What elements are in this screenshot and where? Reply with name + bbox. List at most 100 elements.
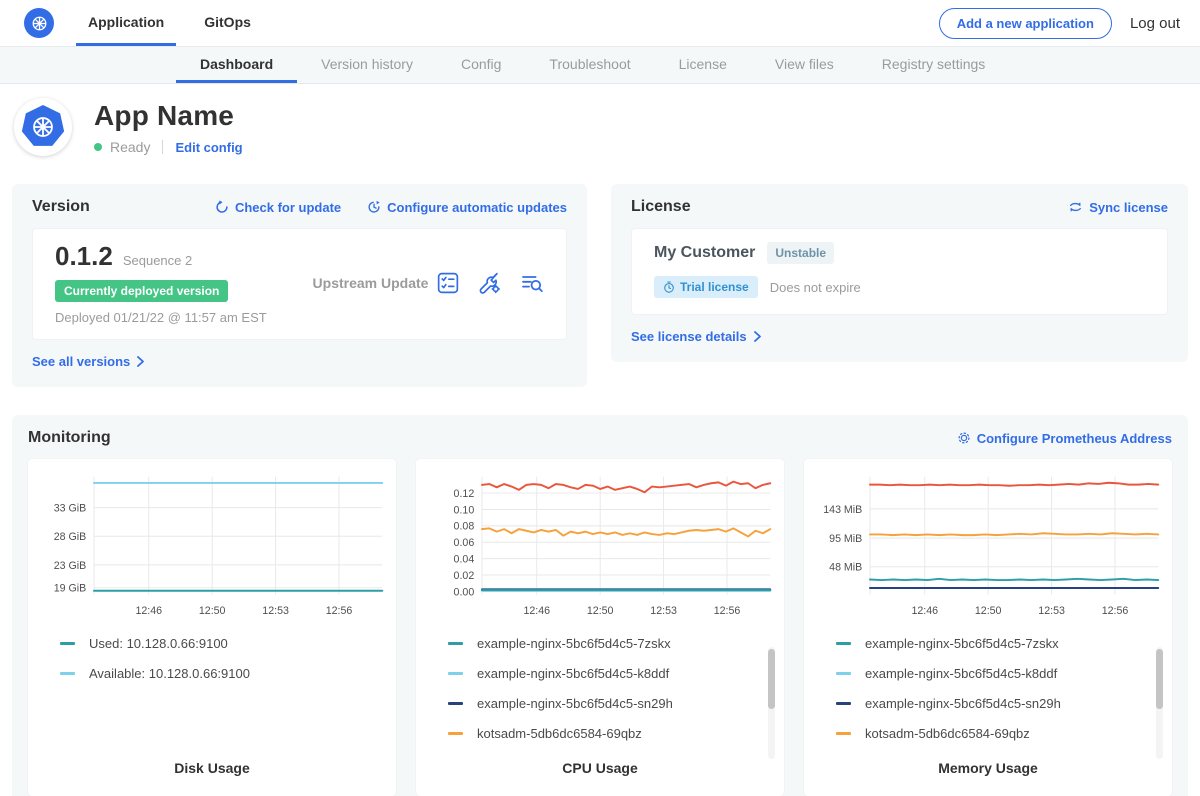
page: Application GitOps Add a new application… [0,0,1200,796]
legend-color-dash [836,702,851,705]
configure-prometheus-link[interactable]: Configure Prometheus Address [957,431,1172,446]
svg-text:12:56: 12:56 [326,605,353,617]
legend-label: example-nginx-5bc6f5d4c5-7zskx [865,636,1059,651]
legend-scrollbar-thumb[interactable] [768,649,775,709]
legend-item: kotsadm-5db6dc6584-69qbz [836,726,1166,741]
legend-color-dash [60,642,75,645]
topnav-right: Add a new application Log out [939,8,1180,39]
memory-usage-legend: example-nginx-5bc6f5d4c5-7zskx example-ng… [836,636,1166,754]
trial-license-badge: Trial license [654,276,758,298]
legend-scrollbar-track[interactable] [768,647,775,759]
legend-item: example-nginx-5bc6f5d4c5-7zskx [448,636,778,651]
tab-application[interactable]: Application [76,0,176,46]
configure-automatic-updates-link[interactable]: Configure automatic updates [367,200,567,215]
legend-label: Available: 10.128.0.66:9100 [89,666,250,681]
svg-text:0.12: 0.12 [454,488,475,500]
tab-version-history[interactable]: Version history [297,47,437,83]
legend-color-dash [448,732,463,735]
legend-item: example-nginx-5bc6f5d4c5-k8ddf [448,666,778,681]
legend-label: kotsadm-5db6dc6584-69qbz [865,726,1030,741]
legend-label: example-nginx-5bc6f5d4c5-k8ddf [865,666,1057,681]
legend-scrollbar-thumb[interactable] [1156,649,1163,709]
legend-label: example-nginx-5bc6f5d4c5-sn29h [865,696,1061,711]
preflight-checks-icon[interactable] [436,271,460,295]
gear-icon [957,431,971,445]
edit-config-link[interactable]: Edit config [175,140,242,155]
memory-usage-chart-card: 12:4612:5012:5312:5648 MiB95 MiB143 MiB … [804,459,1172,796]
deployed-timestamp: Deployed 01/21/22 @ 11:57 am EST [55,310,305,325]
legend-color-dash [836,642,851,645]
disk-usage-legend: Used: 10.128.0.66:9100 Available: 10.128.… [60,636,390,754]
tab-gitops[interactable]: GitOps [192,0,263,46]
svg-text:23 GiB: 23 GiB [54,560,86,572]
deploy-logs-icon[interactable] [520,271,544,295]
sub-nav: Dashboard Version history Config Trouble… [0,46,1200,84]
svg-text:12:46: 12:46 [523,605,550,617]
svg-text:48 MiB: 48 MiB [829,562,862,574]
version-sequence: Sequence 2 [123,253,192,268]
tab-troubleshoot[interactable]: Troubleshoot [525,47,654,83]
legend-label: kotsadm-5db6dc6584-69qbz [477,726,642,741]
app-header: App Name Ready Edit config [0,84,1200,174]
legend-item: example-nginx-5bc6f5d4c5-sn29h [448,696,778,711]
version-info: 0.1.2 Sequence 2 Currently deployed vers… [55,241,305,325]
see-license-details-link[interactable]: See license details [631,329,762,344]
svg-text:12:53: 12:53 [262,605,289,617]
version-actions [436,271,544,295]
chevron-right-icon [753,331,762,342]
tab-view-files[interactable]: View files [751,47,858,83]
svg-text:12:53: 12:53 [650,605,677,617]
disk-usage-chart-card: 12:4612:5012:5312:5619 GiB23 GiB28 GiB33… [28,459,396,796]
cpu-usage-chart-card: 12:4612:5012:5312:560.000.020.040.060.08… [416,459,784,796]
legend-item: Used: 10.128.0.66:9100 [60,636,390,651]
customer-name: My Customer [654,244,755,262]
legend-scrollbar-track[interactable] [1156,647,1163,759]
currently-deployed-badge: Currently deployed version [55,280,228,302]
tab-config[interactable]: Config [437,47,525,83]
status-text: Ready [110,139,150,155]
check-for-update-link[interactable]: Check for update [215,200,341,215]
license-panel: My Customer Unstable Trial license Does … [631,228,1168,315]
refresh-icon [215,200,229,214]
legend-item: kotsadm-5db6dc6584-69qbz [448,726,778,741]
topnav-tabs: Application GitOps [76,0,279,46]
see-license-details-row: See license details [631,328,1168,346]
tab-registry-settings[interactable]: Registry settings [858,47,1009,83]
svg-text:28 GiB: 28 GiB [54,531,86,543]
divider [162,140,163,154]
see-all-versions-link[interactable]: See all versions [32,354,145,369]
svg-text:0.06: 0.06 [454,537,475,549]
sync-license-label: Sync license [1089,200,1168,215]
svg-text:0.04: 0.04 [454,554,475,566]
trial-license-label: Trial license [680,280,749,294]
sync-arrows-icon [1068,200,1083,214]
configure-automatic-updates-label: Configure automatic updates [387,200,567,215]
logout-link[interactable]: Log out [1130,15,1180,32]
version-number: 0.1.2 [55,241,113,272]
svg-text:12:56: 12:56 [714,605,741,617]
add-application-button[interactable]: Add a new application [939,8,1112,39]
see-all-versions-row: See all versions [32,353,567,371]
tab-dashboard[interactable]: Dashboard [176,47,297,83]
svg-text:12:56: 12:56 [1102,605,1129,617]
monitoring-title: Monitoring [28,429,111,447]
cpu-usage-legend: example-nginx-5bc6f5d4c5-7zskx example-ng… [448,636,778,754]
legend-item: Available: 10.128.0.66:9100 [60,666,390,681]
tab-gitops-label: GitOps [204,14,251,30]
tab-license[interactable]: License [655,47,751,83]
clock-refresh-icon [367,200,381,214]
svg-text:0.10: 0.10 [454,504,475,516]
legend-color-dash [836,732,851,735]
kubernetes-logo-icon[interactable] [24,8,54,38]
legend-color-dash [60,672,75,675]
edit-config-icon[interactable] [478,271,502,295]
version-card-header: Version Check for update Configure autom… [32,198,567,216]
sync-license-link[interactable]: Sync license [1068,200,1168,215]
legend-item: example-nginx-5bc6f5d4c5-7zskx [836,636,1166,651]
svg-text:12:50: 12:50 [199,605,226,617]
legend-color-dash [448,672,463,675]
version-card-title: Version [32,198,90,216]
tab-application-label: Application [88,14,164,30]
legend-color-dash [448,642,463,645]
monitoring-section: Monitoring Configure Prometheus Address … [12,415,1188,796]
